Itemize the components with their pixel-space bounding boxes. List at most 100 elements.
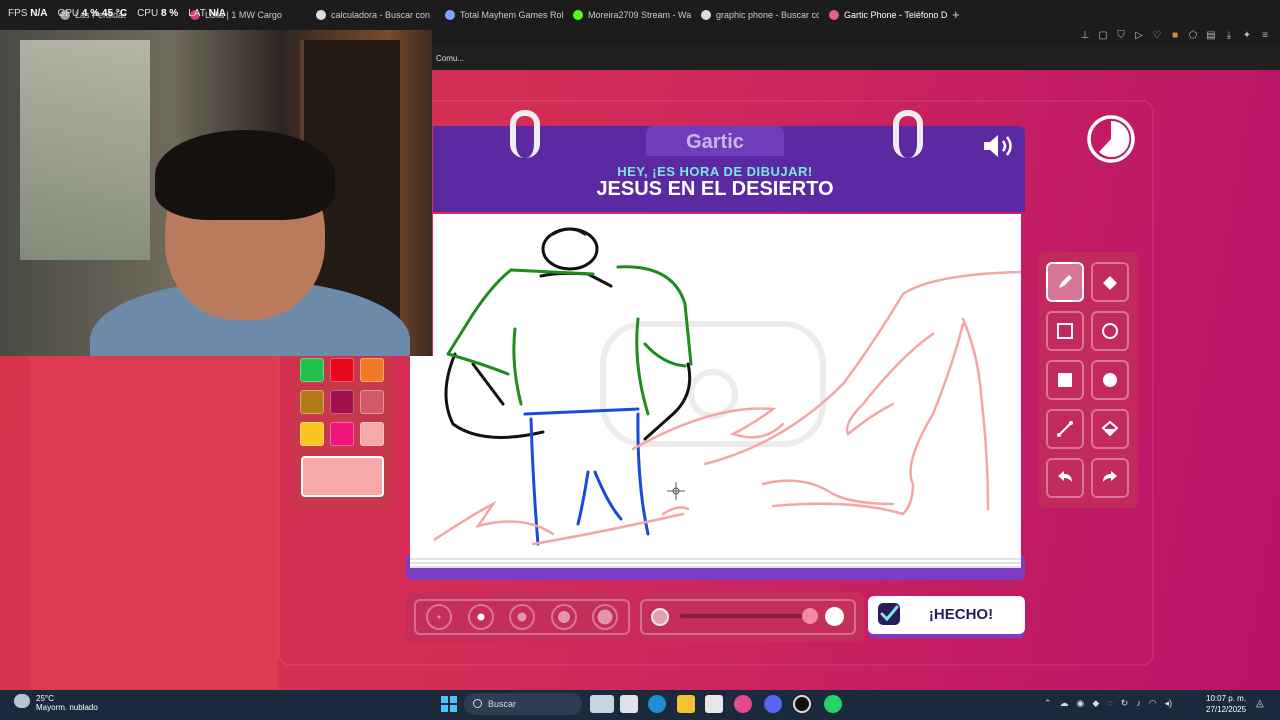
webcam-overlay — [0, 30, 432, 356]
blue-strokes — [523, 407, 650, 546]
selected-color-preview — [301, 456, 384, 497]
screenshot-icon[interactable]: ▢ — [1098, 30, 1108, 41]
square-filled-icon[interactable] — [1046, 360, 1084, 400]
tab-favicon-icon — [573, 10, 583, 20]
network-tray-icon[interactable]: ◌ — [1107, 698, 1112, 709]
store-icon[interactable] — [705, 695, 723, 713]
cloud-tray-icon[interactable]: ☁ — [1060, 698, 1069, 709]
search-icon — [473, 699, 482, 708]
app-tray-icon[interactable]: ◉ — [1077, 698, 1085, 709]
sidebar-icon[interactable]: ▤ — [1206, 30, 1216, 41]
color-swatch-green[interactable] — [300, 358, 324, 382]
lat-value: N/A — [208, 8, 226, 19]
cursor-crosshair — [667, 482, 685, 500]
bookmark-item[interactable]: Comu... — [436, 54, 464, 63]
weather-widget[interactable]: 25°C Mayorm. nublado — [14, 694, 98, 712]
fps-label: FPS — [8, 8, 28, 19]
color-swatch-maroon[interactable] — [330, 390, 354, 414]
wifi-icon[interactable]: ◠ — [1149, 698, 1157, 709]
clock-time: 10:07 p. m. — [1206, 694, 1247, 703]
color-swatch-brown[interactable] — [300, 390, 324, 414]
heart-icon[interactable]: ♡ — [1152, 30, 1162, 41]
gpu-label: GPU — [57, 8, 80, 19]
cloud-icon — [14, 694, 30, 708]
browser-tab[interactable]: Total Mayhem Games Roll — [445, 4, 563, 26]
color-swatch-orange[interactable] — [360, 358, 384, 382]
cpu-label: CPU — [137, 8, 159, 19]
pin-icon[interactable]: ⊥ — [1080, 30, 1090, 41]
brush-size-5[interactable] — [592, 604, 618, 630]
download-icon[interactable]: ⤓ — [1224, 30, 1234, 41]
gartic-logo: Gartic — [646, 126, 784, 156]
prompt-subtitle: HEY, ¡ES HORA DE DIBUJAR! — [617, 164, 813, 179]
ai-icon[interactable]: ✦ — [1242, 30, 1252, 41]
chevron-up-icon[interactable]: ⌃ — [1044, 698, 1052, 709]
color-swatch-magenta[interactable] — [330, 422, 354, 446]
puzzle-icon[interactable]: ⬠ — [1188, 30, 1198, 41]
opacity-slider-thumb[interactable] — [802, 608, 818, 624]
browser-tab-active[interactable]: Gartic Phone - Teléfono D — [829, 4, 947, 26]
pencil-icon[interactable] — [1046, 262, 1084, 302]
clock-date: 27/12/2025 — [1206, 705, 1247, 714]
browser-tab[interactable]: Moreira2709 Stream - Wa — [573, 4, 691, 26]
tab-favicon-icon — [829, 10, 839, 20]
notification-bell-icon[interactable]: ◬ — [1256, 698, 1264, 709]
brush-size-3[interactable] — [509, 604, 535, 630]
line-icon[interactable] — [1046, 409, 1084, 449]
color-swatch-yellow[interactable] — [300, 422, 324, 446]
windows-start-icon[interactable] — [441, 696, 457, 712]
steam-icon[interactable] — [793, 695, 811, 713]
tab-label: Gartic Phone - Teléfono D — [844, 10, 947, 20]
circle-filled-icon[interactable] — [1091, 360, 1129, 400]
edge-icon[interactable] — [648, 695, 666, 713]
shield-icon[interactable]: ⛉ — [1116, 30, 1126, 41]
shield-tray-icon[interactable]: ◆ — [1092, 698, 1099, 709]
color-swatch-red[interactable] — [330, 358, 354, 382]
discord-icon[interactable] — [764, 695, 782, 713]
tab-label: Total Mayhem Games Roll — [460, 10, 563, 20]
play-icon[interactable]: ▷ — [1134, 30, 1144, 41]
left-panel — [30, 356, 278, 690]
drawing-strokes — [426, 227, 1023, 546]
color-swatch-pink[interactable] — [360, 422, 384, 446]
redo-icon[interactable] — [1091, 458, 1129, 498]
fill-bucket-icon[interactable] — [1091, 409, 1129, 449]
weather-desc: Mayorm. nublado — [36, 703, 98, 712]
fps-value: N/A — [30, 8, 48, 19]
file-explorer-icon[interactable] — [677, 695, 695, 713]
circle-outline-icon[interactable] — [1091, 311, 1129, 351]
browser-tab[interactable]: calculadora - Buscar con — [316, 4, 434, 26]
widgets-icon[interactable] — [590, 695, 614, 713]
speaker-icon[interactable] — [982, 132, 1016, 160]
brush-size-1[interactable] — [426, 604, 452, 630]
microphone-icon[interactable]: ♪ — [1136, 698, 1141, 709]
new-tab-button[interactable]: + — [952, 7, 960, 22]
undo-icon[interactable] — [1046, 458, 1084, 498]
tab-label: Moreira2709 Stream - Wa — [588, 10, 691, 20]
browser-icon[interactable] — [734, 695, 752, 713]
browser-tab[interactable]: graphic phone - Buscar co — [701, 4, 819, 26]
brush-size-2[interactable] — [468, 604, 494, 630]
browser-toolbar-icons: ⊥ ▢ ⛉ ▷ ♡ ■ ⬠ ▤ ⤓ ✦ ≡ — [1080, 30, 1270, 41]
tab-label: calculadora - Buscar con — [331, 10, 431, 20]
opacity-high-icon — [825, 607, 844, 626]
eraser-icon[interactable] — [1091, 262, 1129, 302]
color-swatch-rose[interactable] — [360, 390, 384, 414]
black-strokes — [444, 227, 692, 441]
task-view-icon[interactable] — [620, 695, 638, 713]
volume-icon[interactable]: ◂) — [1165, 698, 1173, 709]
extension-icon[interactable]: ■ — [1170, 30, 1180, 41]
square-outline-icon[interactable] — [1046, 311, 1084, 351]
opacity-slider-track[interactable] — [680, 614, 810, 618]
brush-size-4[interactable] — [551, 604, 577, 630]
canvas-left-edge — [410, 356, 434, 556]
whatsapp-icon[interactable] — [824, 695, 842, 713]
prompt-title: JESUS EN EL DESIERTO — [596, 178, 834, 200]
tab-favicon-icon — [445, 10, 455, 20]
menu-icon[interactable]: ≡ — [1260, 30, 1270, 41]
screen: FPS N/A GPU 4 % 45 °C CPU 8 % LAT N/A La… — [0, 0, 1280, 720]
drawing-canvas[interactable] — [426, 214, 1023, 556]
taskbar-clock[interactable]: 10:07 p. m. 27/12/2025 — [1206, 693, 1246, 715]
done-button-label: ¡HECHO! — [928, 606, 994, 623]
sync-tray-icon[interactable]: ↻ — [1121, 698, 1129, 709]
